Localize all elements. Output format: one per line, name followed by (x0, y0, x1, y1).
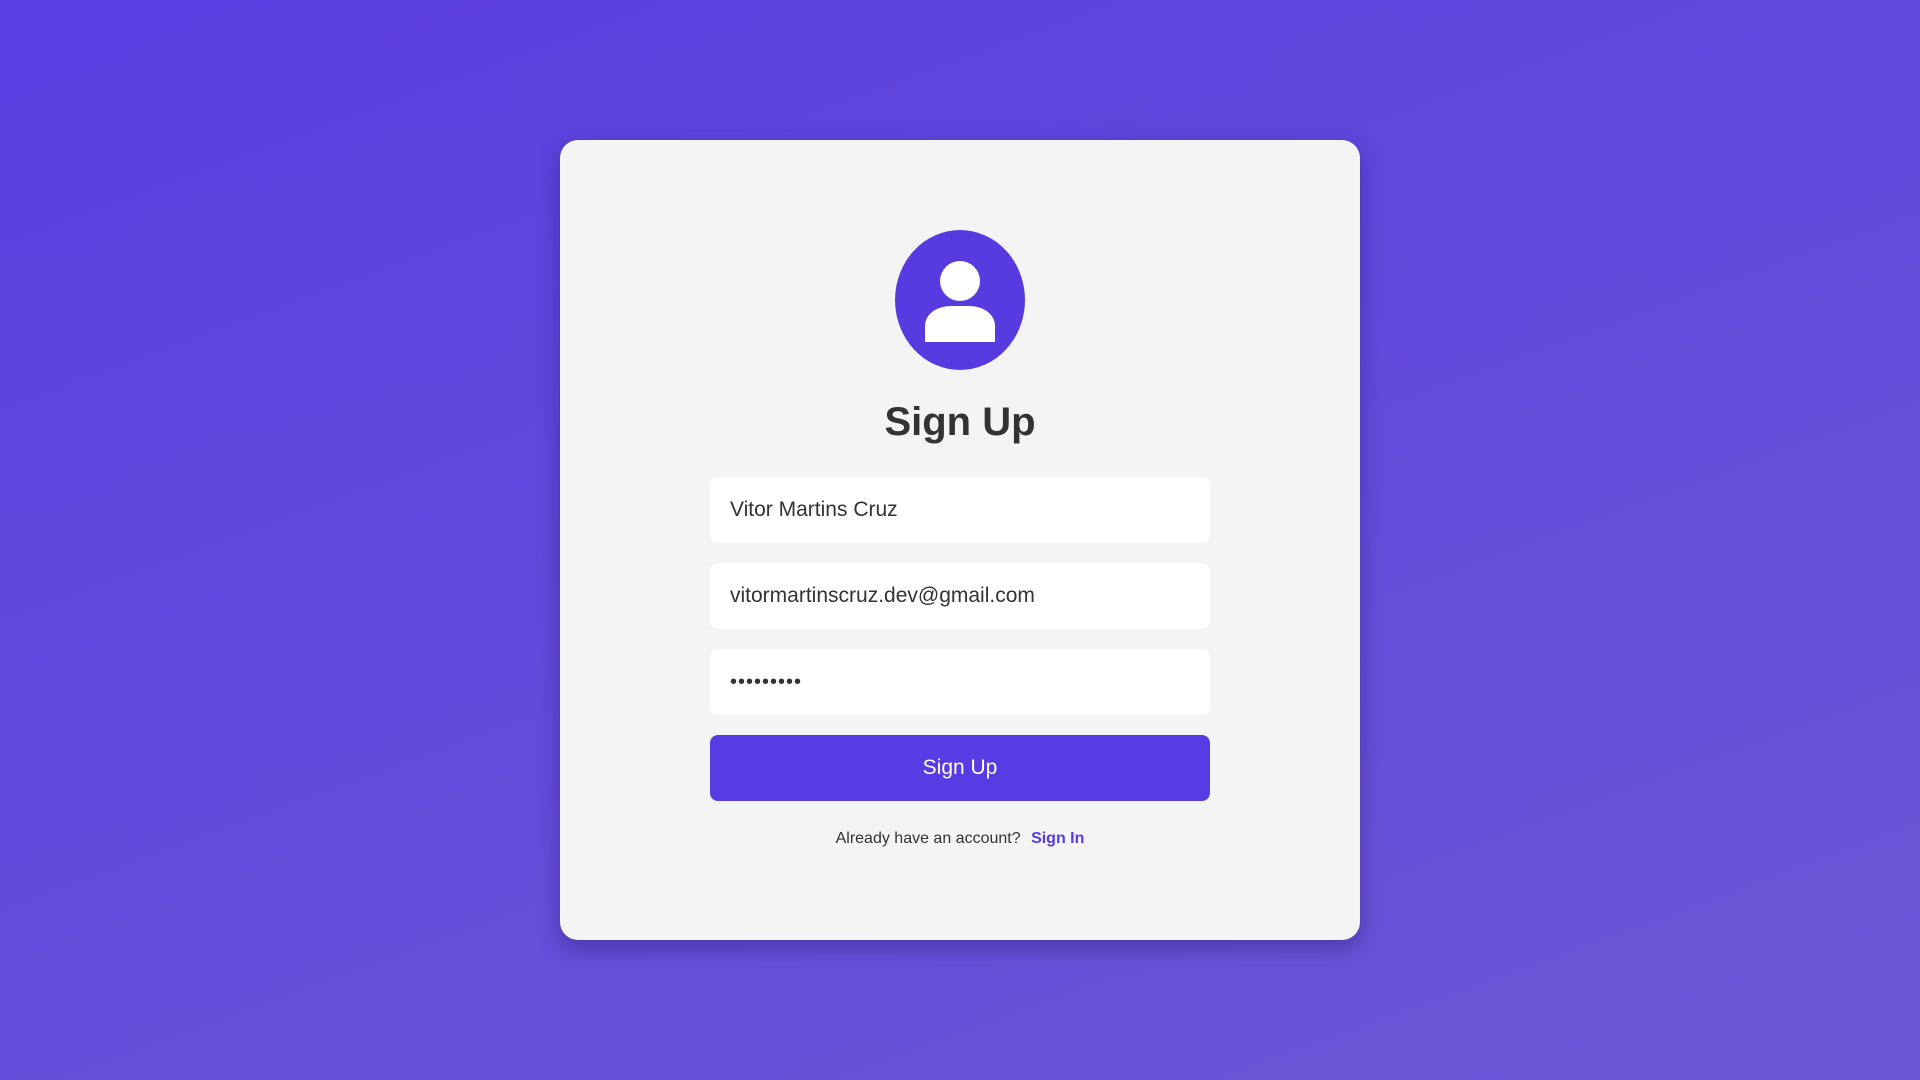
sign-in-link[interactable]: Sign In (1031, 830, 1084, 847)
name-field[interactable] (710, 477, 1210, 543)
email-field[interactable] (710, 563, 1210, 629)
page-title: Sign Up (884, 400, 1036, 444)
user-icon (925, 261, 995, 342)
password-field[interactable] (710, 649, 1210, 715)
signin-prompt: Already have an account? Sign In (560, 830, 1360, 848)
signin-prompt-text: Already have an account? (835, 830, 1021, 847)
avatar (895, 230, 1025, 370)
signup-card: Sign Up Sign Up Already have an account?… (560, 140, 1360, 940)
sign-up-button[interactable]: Sign Up (710, 735, 1210, 801)
